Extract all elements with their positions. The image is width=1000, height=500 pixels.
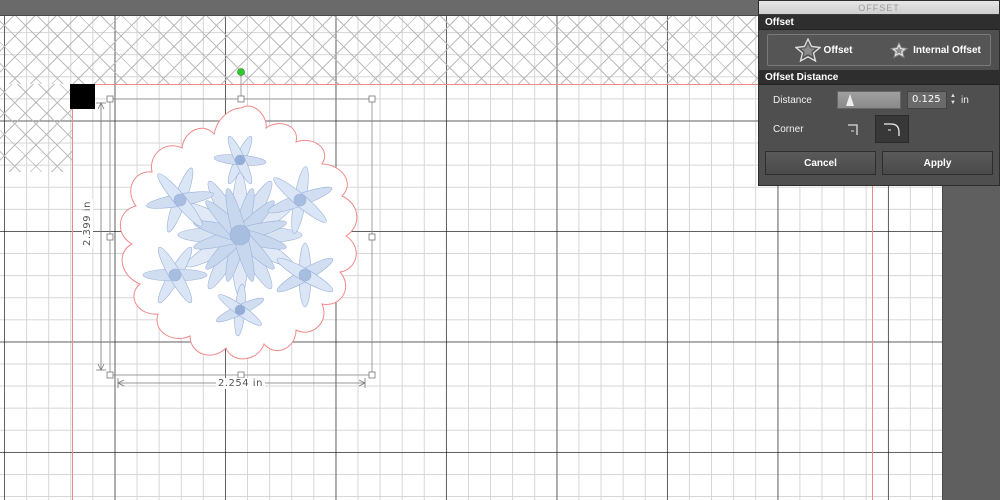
width-dimension-label: 2.254 in <box>216 378 265 389</box>
internal-offset-option-button[interactable]: Internal Offset <box>879 35 990 65</box>
cancel-button[interactable]: Cancel <box>765 151 876 175</box>
resize-handle-top-right[interactable] <box>368 95 376 103</box>
distance-slider-thumb[interactable] <box>846 94 854 106</box>
panel-title-bar[interactable]: OFFSET <box>759 1 999 15</box>
distance-input[interactable]: 0.125 <box>907 91 947 109</box>
corner-square-button[interactable] <box>837 115 871 143</box>
corner-row: Corner <box>759 113 999 145</box>
round-corner-icon <box>884 123 900 136</box>
resize-handle-top-left[interactable] <box>106 95 114 103</box>
section-header-offset-distance: Offset Distance <box>759 70 999 85</box>
corner-round-button[interactable] <box>875 115 909 143</box>
offset-option-button[interactable]: Offset <box>768 35 879 65</box>
offset-panel: OFFSET Offset Offset Internal Offset Off… <box>758 0 1000 186</box>
star-offset-icon <box>794 38 821 62</box>
apply-button[interactable]: Apply <box>882 151 993 175</box>
distance-row: Distance 0.125 ▲ ▼ in <box>759 87 999 113</box>
corner-label: Corner <box>773 123 804 135</box>
resize-handle-left[interactable] <box>106 233 114 241</box>
resize-handle-bottom-right[interactable] <box>368 371 376 379</box>
internal-offset-option-label: Internal Offset <box>913 44 981 56</box>
height-dimension-label: 2.399 in <box>82 199 93 248</box>
distance-unit: in <box>961 94 969 106</box>
cut-area-border-left <box>72 84 73 500</box>
offset-option-label: Offset <box>823 44 853 56</box>
distance-slider[interactable] <box>837 91 901 109</box>
resize-handle-right[interactable] <box>368 233 376 241</box>
square-corner-icon <box>848 124 858 135</box>
selected-artwork[interactable] <box>90 60 390 400</box>
distance-stepper[interactable]: ▲ ▼ <box>949 93 957 107</box>
resize-handle-top[interactable] <box>237 95 245 103</box>
rotate-handle[interactable] <box>237 68 245 76</box>
section-header-offset: Offset <box>759 15 999 30</box>
offset-type-group: Offset Internal Offset <box>767 34 991 66</box>
resize-handle-bottom-left[interactable] <box>106 371 114 379</box>
panel-action-buttons: Cancel Apply <box>759 151 999 175</box>
star-internal-offset-icon <box>888 40 910 60</box>
distance-label: Distance <box>773 94 812 106</box>
hatched-margin-left <box>0 84 72 172</box>
